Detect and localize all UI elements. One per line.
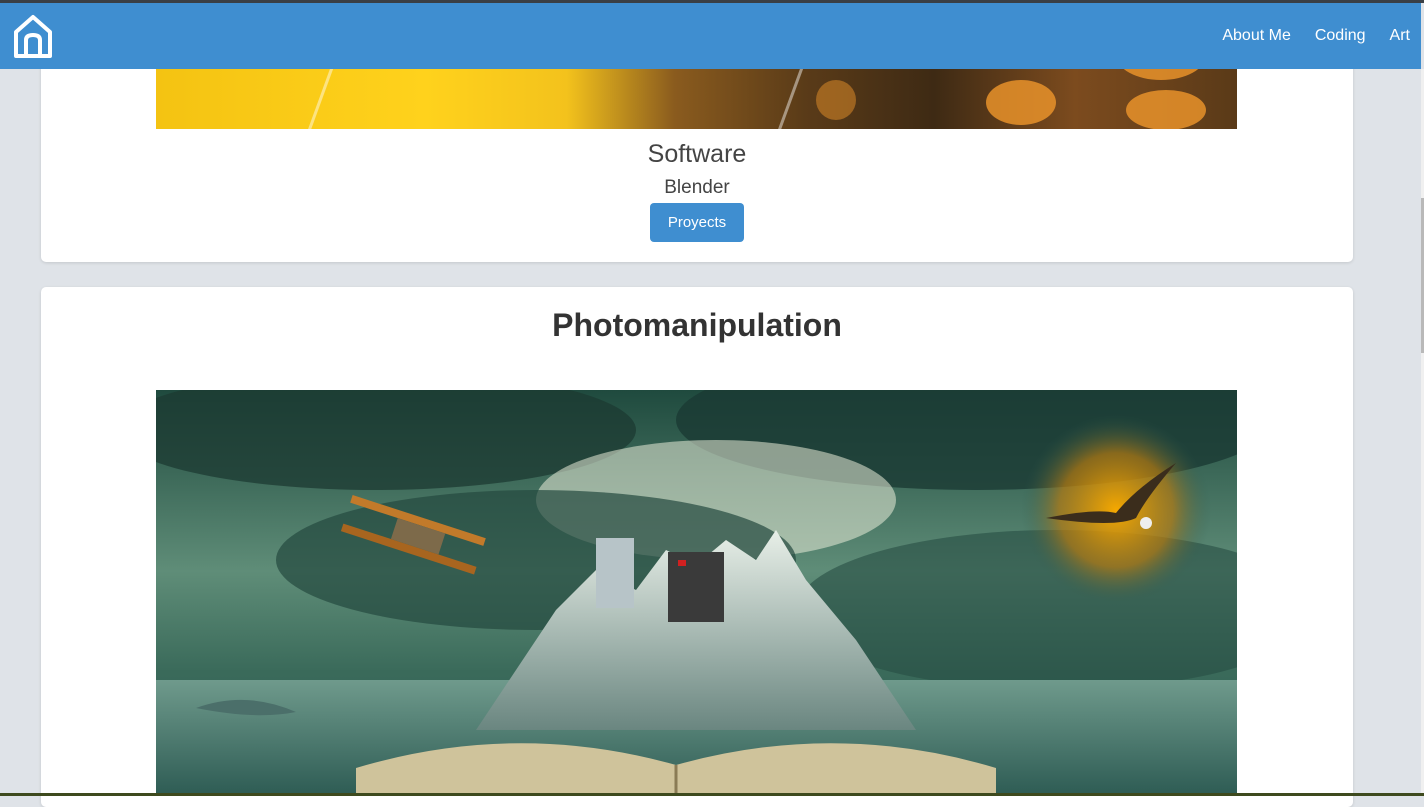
nav-links: About Me Coding Art	[1222, 3, 1410, 69]
photomanipulation-title: Photomanipulation	[552, 307, 842, 343]
software-card-title: Software	[647, 140, 747, 168]
nav-link-coding[interactable]: Coding	[1315, 27, 1366, 45]
photomanipulation-card: Photomanipulation	[41, 287, 1353, 807]
bokeh-light	[986, 80, 1056, 125]
bokeh-light	[816, 80, 856, 120]
photomanipulation-artwork	[156, 390, 1237, 793]
nav-link-about-me[interactable]: About Me	[1222, 27, 1290, 45]
software-card-subtitle: Blender	[664, 177, 730, 198]
top-navbar: About Me Coding Art	[0, 3, 1421, 69]
home-icon	[14, 15, 52, 58]
proyects-button[interactable]: Proyects	[650, 203, 744, 242]
home-button[interactable]	[12, 14, 54, 60]
nav-link-art[interactable]: Art	[1390, 27, 1410, 45]
bokeh-light	[1126, 90, 1206, 129]
photomanipulation-image	[156, 390, 1237, 793]
